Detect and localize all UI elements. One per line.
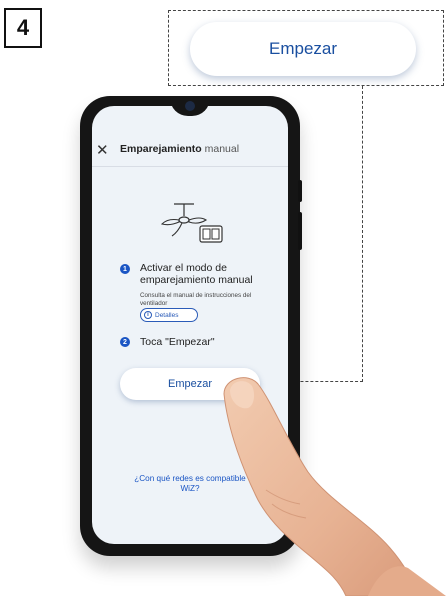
phone-power-button (298, 212, 302, 250)
info-icon: i (144, 311, 152, 319)
page-title: Emparejamiento manual (120, 143, 239, 155)
step-number-box: 4 (4, 8, 42, 48)
step-2-title: Toca "Empezar" (140, 336, 215, 348)
close-icon[interactable]: ✕ (96, 141, 109, 159)
step-number: 4 (16, 15, 30, 40)
header-divider (92, 166, 288, 167)
ceiling-fan-icon (160, 203, 223, 243)
front-camera (185, 101, 195, 111)
details-button[interactable]: i Detalles (140, 308, 198, 322)
step-1-subtitle: Consulta el manual de instrucciones del … (140, 292, 252, 307)
page-title-bold: Emparejamiento (120, 143, 202, 155)
callout-start-button: Empezar (190, 22, 416, 76)
callout-connector-vertical (362, 86, 363, 382)
details-label: Detalles (155, 311, 179, 319)
step-1-title: Activar el modo de emparejamiento manual (140, 262, 253, 286)
phone-volume-button (298, 180, 302, 202)
finger-illustration (223, 377, 446, 596)
page-title-rest: manual (201, 143, 240, 155)
step-1-badge: 1 (120, 264, 130, 274)
step-2-badge: 2 (120, 337, 130, 347)
